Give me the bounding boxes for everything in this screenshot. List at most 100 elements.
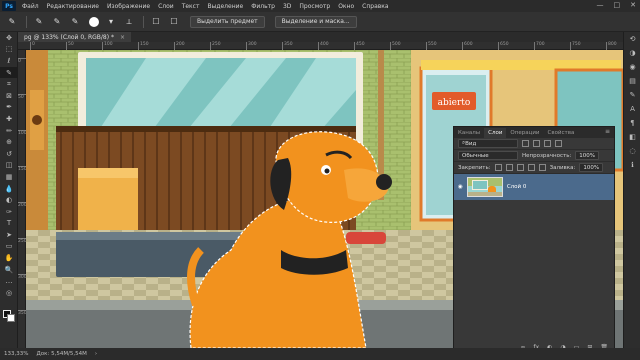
- brush-settings-icon[interactable]: ✎: [624, 88, 640, 102]
- lasso-icon[interactable]: ℓ: [0, 55, 18, 67]
- stamp-icon[interactable]: ⊕: [0, 136, 18, 148]
- zoom-icon[interactable]: 🔍: [0, 264, 18, 276]
- menu-edit[interactable]: Редактирование: [47, 3, 99, 10]
- more-icon[interactable]: …: [0, 275, 18, 287]
- menu-filter[interactable]: Фильтр: [251, 3, 275, 10]
- move-icon[interactable]: ✥: [0, 32, 18, 44]
- tools-panel: ✥ ⬚ ℓ ✎ ⌗ ⊠ ✒ ✚ ✏ ⊕ ↺ ◫ ▦ 💧 ◐ ✑ T ➤ ▭ ✋ 🔍… ◎: [0, 32, 18, 348]
- crop-icon[interactable]: ⌗: [0, 78, 18, 90]
- tab-actions[interactable]: Операции: [506, 128, 543, 138]
- history-icon[interactable]: ⟲: [624, 32, 640, 46]
- paragraph-icon[interactable]: ¶: [624, 116, 640, 130]
- zoom-level[interactable]: 133,33%: [4, 351, 28, 357]
- status-arrow-icon[interactable]: ›: [95, 351, 97, 357]
- opacity-input[interactable]: 100%: [575, 151, 600, 160]
- chevron-down-icon[interactable]: ▾: [105, 16, 117, 28]
- ruler-tick-label: 500: [390, 42, 401, 50]
- dodge-icon[interactable]: ◐: [0, 194, 18, 206]
- select-subject-button[interactable]: Выделить предмет: [190, 15, 265, 28]
- ruler-tick-label: 150: [138, 42, 149, 50]
- menu-3d[interactable]: 3D: [283, 3, 291, 10]
- panel-menu-icon[interactable]: ≡: [605, 128, 610, 135]
- ruler-tick-label: 800: [606, 42, 617, 50]
- filter-shape-icon[interactable]: [555, 140, 562, 147]
- ruler-tick-label: 250: [210, 42, 221, 50]
- ruler-tick-label: 0: [30, 42, 35, 50]
- eye-icon[interactable]: ◉: [458, 184, 463, 190]
- tab-channels[interactable]: Каналы: [454, 128, 484, 138]
- close-icon[interactable]: ✕: [630, 1, 636, 9]
- select-and-mask-button[interactable]: Выделение и маска...: [274, 15, 357, 28]
- lock-artboard-icon[interactable]: [527, 164, 535, 171]
- quickmask-icon[interactable]: ◎: [0, 287, 18, 299]
- subtract-selection-icon[interactable]: ✎: [69, 16, 81, 28]
- gradient-icon[interactable]: ▦: [0, 171, 18, 183]
- healing-icon[interactable]: ✚: [0, 113, 18, 125]
- horizontal-ruler: 0 50 100 150 200 250 300 350 400 450 500 550 600 650 7…: [18, 42, 623, 50]
- divider: [26, 15, 27, 28]
- brush-size-preview[interactable]: [89, 16, 99, 27]
- tab-layers[interactable]: Слои: [484, 128, 507, 138]
- menu-image[interactable]: Изображение: [107, 3, 150, 10]
- ruler-tick-label: 550: [426, 42, 437, 50]
- menu-layers[interactable]: Слои: [158, 3, 174, 10]
- type-icon[interactable]: T: [0, 218, 18, 230]
- ruler-tick-label: 0: [18, 58, 26, 64]
- minimize-icon[interactable]: —: [597, 1, 604, 9]
- quick-select-icon[interactable]: ✎: [0, 66, 18, 79]
- layer-row[interactable]: ◉ Слой 0: [454, 174, 614, 200]
- layer-filter-select[interactable]: ⌕ Вид: [458, 139, 518, 148]
- color-icon[interactable]: ◉: [624, 60, 640, 74]
- pen-icon[interactable]: ✑: [0, 206, 18, 218]
- menu-help[interactable]: Справка: [362, 3, 388, 10]
- lock-position-icon[interactable]: [516, 164, 524, 171]
- ruler-tick-label: 150: [18, 166, 27, 172]
- lock-transparent-icon[interactable]: [494, 164, 502, 171]
- filter-pixel-icon[interactable]: [522, 140, 529, 147]
- lock-label: Закрепить:: [458, 164, 491, 171]
- new-selection-icon[interactable]: ✎: [33, 16, 45, 28]
- panel-icons-strip: ⟲ ◑ ◉ ▤ ✎ A ¶ ◧ ◌ ℹ: [623, 32, 640, 348]
- sample-all-layers-checkbox[interactable]: ☐: [150, 16, 162, 28]
- angle-icon[interactable]: ⟂: [123, 16, 135, 28]
- document-tabs: pg @ 133% (Слой 0, RGB/8) * ×: [18, 32, 623, 42]
- channels-icon[interactable]: ◧: [624, 130, 640, 144]
- lock-all-icon[interactable]: [538, 164, 546, 171]
- tab-properties[interactable]: Свойства: [543, 128, 578, 138]
- menu-bar: Ps Файл Редактирование Изображение Слои …: [0, 0, 640, 12]
- close-icon[interactable]: ×: [120, 34, 125, 41]
- quick-select-tool-icon[interactable]: ✎: [6, 16, 18, 28]
- background-color-swatch[interactable]: [7, 314, 15, 322]
- paths-icon[interactable]: ◌: [624, 144, 640, 158]
- add-selection-icon[interactable]: ✎: [51, 16, 63, 28]
- filter-type-icon[interactable]: [544, 140, 551, 147]
- shape-icon[interactable]: ▭: [0, 241, 18, 253]
- menu-type[interactable]: Текст: [182, 3, 200, 10]
- blend-mode-select[interactable]: Обычные: [458, 151, 518, 160]
- brush-icon[interactable]: ✏: [0, 125, 18, 137]
- ruler-tick-label: 350: [282, 42, 293, 50]
- document-tab[interactable]: pg @ 133% (Слой 0, RGB/8) * ×: [18, 32, 132, 42]
- info-icon[interactable]: ℹ: [624, 158, 640, 172]
- eyedropper-icon[interactable]: ✒: [0, 102, 18, 114]
- marquee-icon[interactable]: ⬚: [0, 44, 18, 56]
- blur-icon[interactable]: 💧: [0, 183, 18, 195]
- eraser-icon[interactable]: ◫: [0, 160, 18, 172]
- maximize-icon[interactable]: □: [614, 1, 621, 9]
- hand-icon[interactable]: ✋: [0, 252, 18, 264]
- enhance-edge-checkbox[interactable]: ☐: [168, 16, 180, 28]
- frame-icon[interactable]: ⊠: [0, 90, 18, 102]
- swatches-icon[interactable]: ▤: [624, 74, 640, 88]
- menu-view[interactable]: Просмотр: [299, 3, 330, 10]
- fill-input[interactable]: 100%: [579, 163, 604, 172]
- history-brush-icon[interactable]: ↺: [0, 148, 18, 160]
- lock-pixels-icon[interactable]: [505, 164, 513, 171]
- ruler-tick-label: 250: [18, 238, 27, 244]
- menu-select[interactable]: Выделение: [207, 3, 243, 10]
- path-select-icon[interactable]: ➤: [0, 229, 18, 241]
- adjust-icon[interactable]: ◑: [624, 46, 640, 60]
- character-icon[interactable]: A: [624, 102, 640, 116]
- menu-file[interactable]: Файл: [22, 3, 39, 10]
- menu-window[interactable]: Окно: [338, 3, 354, 10]
- filter-adjust-icon[interactable]: [533, 140, 540, 147]
